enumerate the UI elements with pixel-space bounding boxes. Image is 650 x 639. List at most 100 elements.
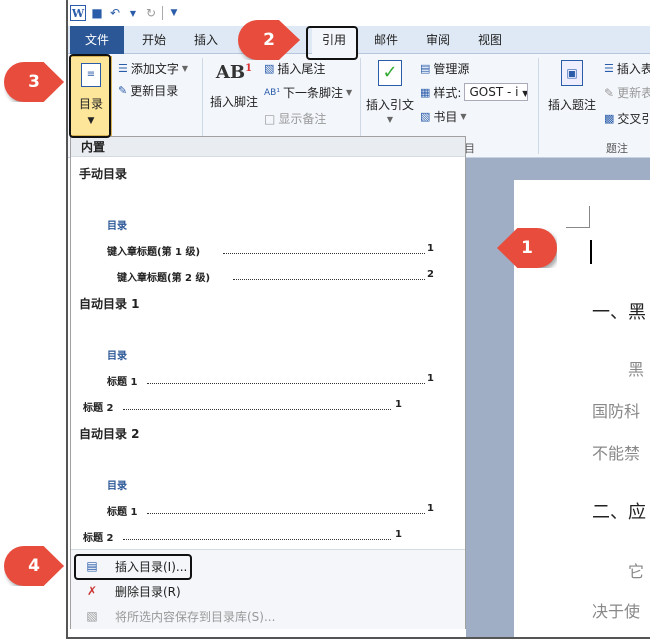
style-selector: ▦ 样式: GOST - i ▼ bbox=[420, 83, 529, 101]
toolbar-divider bbox=[162, 6, 163, 20]
update-table-button[interactable]: ✎ 更新表 bbox=[604, 84, 650, 101]
references-tab-highlight bbox=[306, 26, 358, 60]
insert-citation-button[interactable]: ✓ 插入引文 ▼ bbox=[364, 60, 416, 124]
doc-paragraph: 黑 bbox=[628, 360, 645, 379]
doc-paragraph: 不能禁 bbox=[592, 444, 641, 463]
tab-mailings[interactable]: 邮件 bbox=[366, 26, 406, 54]
remove-toc-icon: ✗ bbox=[86, 584, 98, 598]
manage-sources-icon: ▤ bbox=[420, 62, 431, 75]
add-text-button[interactable]: ☰ 添加文字 ▼ bbox=[118, 60, 188, 77]
doc-heading-1: 一、黑 bbox=[592, 302, 646, 323]
bibliography-button[interactable]: ▧ 书目 ▼ bbox=[420, 108, 467, 125]
update-toc-button[interactable]: ✎ 更新目录 bbox=[118, 82, 178, 99]
margin-corner-mark bbox=[566, 206, 590, 228]
bibliography-label: 书目 bbox=[433, 110, 458, 124]
footnote-icon: AB1 bbox=[206, 62, 262, 83]
group-divider bbox=[538, 58, 539, 154]
text-cursor bbox=[590, 240, 592, 264]
preview-heading-2: 标题 2 bbox=[83, 533, 114, 544]
preview-page-number: 1 bbox=[395, 529, 402, 540]
update-toc-icon: ✎ bbox=[118, 84, 128, 97]
caption-icon: ▣ bbox=[561, 60, 583, 86]
footnote-icon-sup: 1 bbox=[245, 63, 253, 74]
manage-sources-label: 管理源 bbox=[433, 62, 470, 76]
ribbon-tabs: 文件 开始 插入 引用 邮件 审阅 视图 bbox=[68, 26, 650, 54]
leader-dots bbox=[123, 539, 391, 540]
redo-icon[interactable]: ↻ bbox=[144, 6, 158, 20]
leader-dots bbox=[223, 253, 425, 254]
style-label: 样式: bbox=[433, 85, 462, 100]
manage-sources-button[interactable]: ▤ 管理源 bbox=[420, 60, 469, 77]
preview-page-number: 1 bbox=[427, 243, 434, 254]
doc-paragraph: 它 bbox=[628, 562, 645, 581]
endnote-icon: ▧ bbox=[264, 62, 275, 75]
insert-footnote-button[interactable]: AB1 插入脚注 bbox=[206, 62, 262, 110]
insert-table-label: 插入表 bbox=[616, 62, 650, 76]
word-window: W ■ ↶ ▼ ↻ ▼ 文件 开始 插入 引用 邮件 审阅 视图 ≡ 目录 ▼ … bbox=[66, 0, 650, 639]
save-to-gallery-menu-item[interactable]: ▧ 将所选内容保存到目录库(S)... bbox=[73, 604, 465, 628]
preview-heading-level1: 键入章标题(第 1 级) bbox=[107, 247, 201, 258]
preview-heading-1: 标题 1 bbox=[107, 507, 138, 518]
style-dropdown[interactable]: GOST - i ▼ bbox=[464, 83, 529, 101]
style-value: GOST - i bbox=[469, 85, 519, 99]
manual-toc-preview[interactable]: 目录 键入章标题(第 1 级) 1 键入章标题(第 2 级) 2 bbox=[71, 177, 465, 287]
chevron-down-icon: ▼ bbox=[181, 64, 189, 73]
insert-citation-label: 插入引文 bbox=[365, 98, 414, 112]
leader-dots bbox=[233, 279, 425, 280]
cross-reference-icon: ▩ bbox=[604, 112, 615, 125]
style-icon: ▦ bbox=[420, 85, 431, 99]
auto-toc-2-preview[interactable]: 目录 标题 1 1 标题 2 1 bbox=[71, 437, 465, 547]
tab-review[interactable]: 审阅 bbox=[418, 26, 458, 54]
doc-paragraph: 国防科 bbox=[592, 402, 641, 421]
preview-toc-word: 目录 bbox=[107, 351, 127, 362]
document-area: 一、黑 黑 国防科 不能禁 二、应 它 决于使 bbox=[466, 158, 650, 637]
citation-icon: ✓ bbox=[378, 60, 402, 86]
remove-toc-label: 删除目录(R) bbox=[115, 584, 181, 599]
show-notes-label: 显示备注 bbox=[278, 112, 327, 126]
preview-toc-word: 目录 bbox=[107, 481, 127, 492]
next-footnote-icon: AB¹ bbox=[264, 87, 280, 98]
remove-toc-menu-item[interactable]: ✗ 删除目录(R) bbox=[73, 579, 465, 603]
next-footnote-button[interactable]: AB¹ 下一条脚注 ▼ bbox=[264, 84, 352, 101]
chevron-down-icon[interactable]: ▼ bbox=[126, 6, 140, 20]
doc-paragraph: 决于使 bbox=[592, 602, 641, 621]
word-app-icon[interactable]: W bbox=[70, 5, 86, 21]
preview-toc-word: 目录 bbox=[107, 221, 127, 232]
cross-reference-button[interactable]: ▩ 交叉引 bbox=[604, 110, 650, 127]
add-text-icon: ☰ bbox=[118, 62, 128, 75]
preview-heading-level2: 键入章标题(第 2 级) bbox=[117, 273, 211, 284]
show-notes-icon: □ bbox=[264, 111, 276, 126]
insert-footnote-label: 插入脚注 bbox=[209, 95, 258, 109]
undo-icon[interactable]: ↶ bbox=[108, 6, 122, 20]
doc-heading-2: 二、应 bbox=[592, 502, 646, 523]
tab-view[interactable]: 视图 bbox=[470, 26, 510, 54]
show-notes-button[interactable]: □ 显示备注 bbox=[264, 110, 326, 127]
update-toc-label: 更新目录 bbox=[130, 84, 179, 98]
callout-3: 3 bbox=[4, 62, 64, 102]
update-table-label: 更新表 bbox=[617, 86, 650, 100]
insert-table-of-figures-button[interactable]: ☰ 插入表 bbox=[604, 60, 650, 77]
bibliography-icon: ▧ bbox=[420, 110, 431, 123]
insert-caption-button[interactable]: ▣ 插入题注 bbox=[542, 60, 602, 113]
save-gallery-icon: ▧ bbox=[86, 609, 98, 623]
caption-group-label: 题注 bbox=[606, 142, 628, 155]
auto-toc-1-preview[interactable]: 目录 标题 1 1 标题 2 1 bbox=[71, 307, 465, 417]
customize-qat-icon[interactable]: ▼ bbox=[167, 6, 181, 20]
insert-toc-highlight bbox=[74, 554, 192, 580]
tab-insert[interactable]: 插入 bbox=[186, 26, 226, 54]
add-text-label: 添加文字 bbox=[130, 62, 179, 76]
preview-page-number: 2 bbox=[427, 269, 434, 280]
quick-access-toolbar: W ■ ↶ ▼ ↻ ▼ bbox=[68, 0, 650, 26]
preview-page-number: 1 bbox=[427, 373, 434, 384]
tab-file[interactable]: 文件 bbox=[70, 26, 124, 54]
chevron-down-icon: ▼ bbox=[386, 115, 394, 124]
tab-home[interactable]: 开始 bbox=[134, 26, 174, 54]
insert-caption-label: 插入题注 bbox=[547, 98, 596, 112]
insert-endnote-button[interactable]: ▧ 插入尾注 bbox=[264, 60, 325, 77]
chevron-down-icon: ▼ bbox=[345, 88, 353, 97]
toc-button-highlight bbox=[69, 54, 111, 138]
footnote-icon-letters: AB bbox=[215, 62, 246, 83]
cross-reference-label: 交叉引 bbox=[617, 112, 650, 126]
leader-dots bbox=[147, 383, 425, 384]
save-icon[interactable]: ■ bbox=[90, 6, 104, 20]
